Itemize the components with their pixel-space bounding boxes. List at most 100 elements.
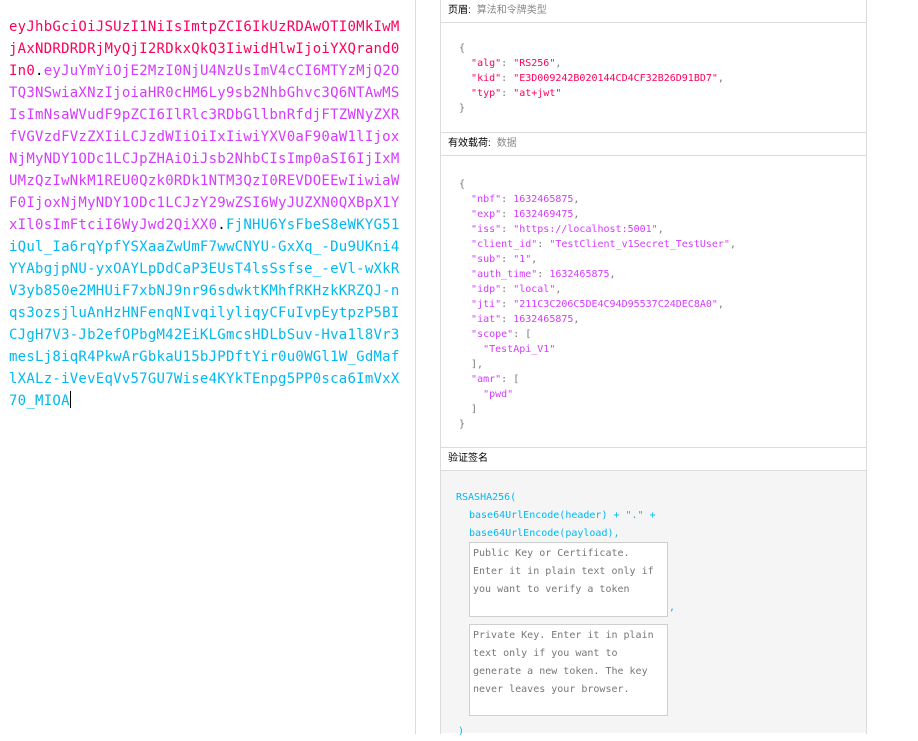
payload-section-title: 有效载荷: 数据 xyxy=(441,133,866,156)
json-bracket: ], xyxy=(471,359,484,370)
json-colon: : xyxy=(501,73,514,84)
signature-fn-close: ) xyxy=(458,726,465,737)
json-separator: , xyxy=(573,194,580,205)
json-string-value: "TestClient_v1Secret_TestUser" xyxy=(549,239,730,250)
signature-fn-open: RSASHA256( xyxy=(456,492,517,503)
encoded-token-textarea[interactable]: eyJhbGciOiJSUzI1NiIsImtpZCI6IkUzRDAwOTI0… xyxy=(0,0,416,734)
json-bracket: [ xyxy=(513,374,520,385)
json-separator: , xyxy=(555,58,562,69)
header-json-editor[interactable]: { "alg": "RS256", "kid": "E3D009242B0201… xyxy=(441,23,866,133)
json-string-value: "https://localhost:5001" xyxy=(513,224,658,235)
json-colon: : xyxy=(501,254,514,265)
json-separator: , xyxy=(609,269,616,280)
json-number-value: 1632469475 xyxy=(513,209,574,220)
json-key: "amr" xyxy=(471,374,502,385)
header-section-title: 页眉: 算法和令牌类型 xyxy=(441,0,866,23)
json-colon: : xyxy=(501,194,514,205)
json-colon: : xyxy=(501,209,514,220)
json-brace: { xyxy=(459,179,466,190)
json-number-value: 1632465875 xyxy=(513,194,574,205)
decoded-panel: 页眉: 算法和令牌类型 { "alg": "RS256", "kid": "E3D… xyxy=(440,0,867,737)
token-dot: . xyxy=(217,217,226,233)
json-bracket: [ xyxy=(525,329,532,340)
json-key: "scope" xyxy=(471,329,514,340)
json-separator: , xyxy=(717,73,724,84)
public-key-input[interactable] xyxy=(469,542,668,617)
json-key: "exp" xyxy=(471,209,502,220)
json-separator: , xyxy=(573,314,580,325)
json-number-value: 1632465875 xyxy=(549,269,610,280)
json-colon: : xyxy=(501,374,514,385)
payload-title-label: 有效载荷: xyxy=(448,138,491,149)
json-colon: : xyxy=(537,269,550,280)
signature-title-label: 验证签名 xyxy=(448,453,488,464)
payload-json-editor[interactable]: { "nbf": 1632465875, "exp": 1632469475, … xyxy=(441,156,866,448)
json-colon: : xyxy=(501,299,514,310)
header-subtitle-label: 算法和令牌类型 xyxy=(476,5,547,16)
text-caret xyxy=(69,391,71,408)
json-brace: { xyxy=(459,43,466,54)
json-separator: , xyxy=(657,224,664,235)
json-key: "idp" xyxy=(471,284,502,295)
json-key: "typ" xyxy=(471,88,502,99)
json-string-value: "local" xyxy=(513,284,556,295)
token-signature-segment: FjNHU6YsFbeS8eWKYG51iQul_Ia6rqYpfYSXaaZw… xyxy=(9,217,400,409)
json-string-value: "RS256" xyxy=(513,58,556,69)
json-string-value: "1" xyxy=(513,254,532,265)
json-key: "iat" xyxy=(471,314,502,325)
token-dot: . xyxy=(35,63,44,79)
json-key: "auth_time" xyxy=(471,269,538,280)
json-string-value: "211C3C206C5DE4C94D95537C24DEC8A0" xyxy=(513,299,718,310)
json-key: "jti" xyxy=(471,299,502,310)
json-bracket: ] xyxy=(471,404,478,415)
json-key: "alg" xyxy=(471,58,502,69)
json-colon: : xyxy=(501,314,514,325)
json-key: "kid" xyxy=(471,73,502,84)
json-brace: } xyxy=(459,419,466,430)
json-brace: } xyxy=(459,103,466,114)
json-colon: : xyxy=(513,329,526,340)
signature-section: RSASHA256( base64UrlEncode(header) + "."… xyxy=(441,471,866,737)
json-key: "client_id" xyxy=(471,239,538,250)
json-separator: , xyxy=(717,299,724,310)
json-string-value: "E3D009242B020144CD4CF32B26D91BD7" xyxy=(513,73,718,84)
json-separator: , xyxy=(729,239,736,250)
json-string-value: "pwd" xyxy=(483,389,514,400)
json-string-value: "TestApi_V1" xyxy=(483,344,556,355)
json-key: "iss" xyxy=(471,224,502,235)
payload-subtitle-label: 数据 xyxy=(496,138,517,149)
json-key: "nbf" xyxy=(471,194,502,205)
signature-payload-expr: base64UrlEncode(payload), xyxy=(469,528,620,539)
signature-header-expr: base64UrlEncode(header) + "." + xyxy=(469,510,656,521)
json-separator: , xyxy=(531,254,538,265)
token-payload-segment: eyJuYmYiOjE2MzI0NjU4NzUsImV4cCI6MTYzMjQ2… xyxy=(9,63,400,233)
private-key-input[interactable] xyxy=(469,624,668,716)
json-colon: : xyxy=(537,239,550,250)
json-colon: : xyxy=(501,88,514,99)
signature-comma: , xyxy=(669,602,676,613)
header-title-label: 页眉: xyxy=(448,5,471,16)
signature-section-title: 验证签名 xyxy=(441,448,866,471)
json-string-value: "at+jwt" xyxy=(513,88,562,99)
json-number-value: 1632465875 xyxy=(513,314,574,325)
json-colon: : xyxy=(501,224,514,235)
json-colon: : xyxy=(501,284,514,295)
json-colon: : xyxy=(501,58,514,69)
json-separator: , xyxy=(573,209,580,220)
json-key: "sub" xyxy=(471,254,502,265)
